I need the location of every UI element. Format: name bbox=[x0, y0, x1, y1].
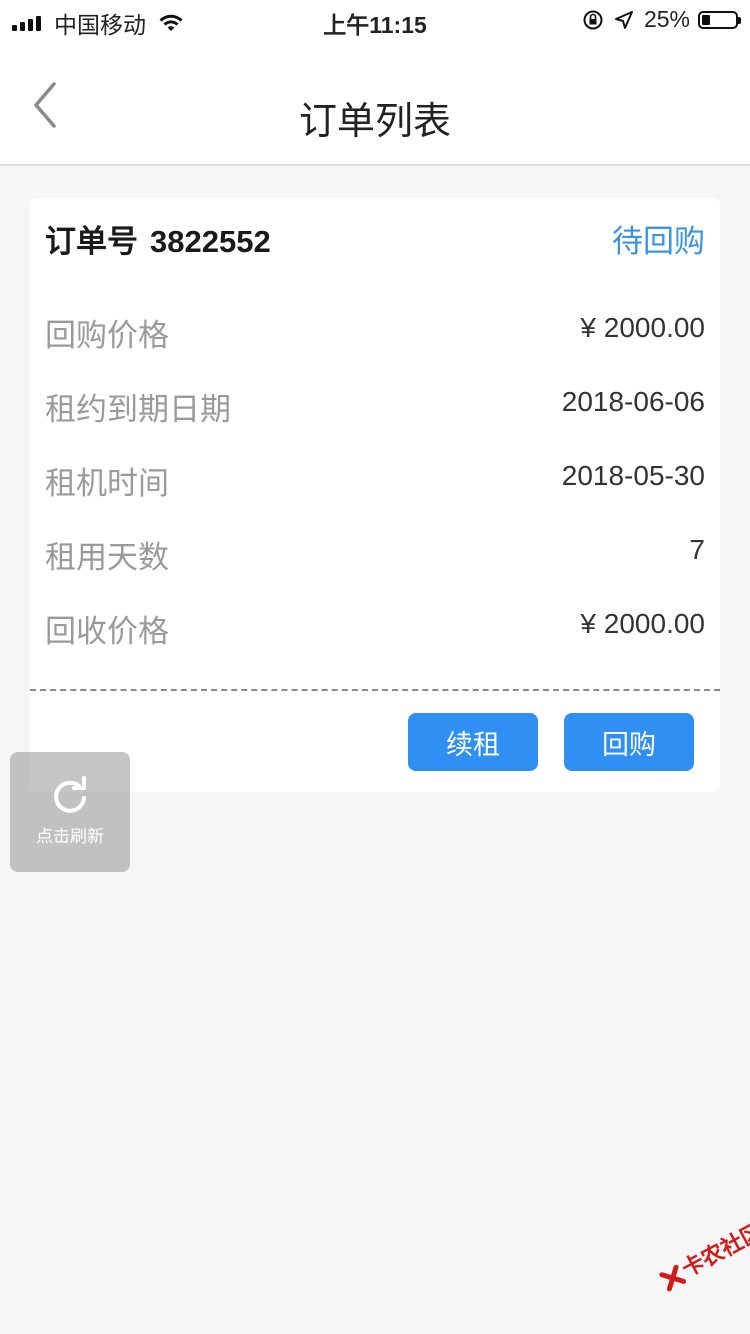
detail-row-recycle-price: 回收价格 ¥ 2000.00 bbox=[45, 606, 705, 650]
page-title: 订单列表 bbox=[298, 101, 451, 143]
watermark-text: 卡农社区 bbox=[677, 1218, 750, 1282]
refresh-label: 点击刷新 bbox=[36, 827, 104, 846]
order-header: 订单号 3822552 待回购 bbox=[45, 216, 705, 259]
refresh-button[interactable]: 点击刷新 bbox=[10, 752, 130, 872]
dashed-divider bbox=[30, 689, 720, 691]
detail-row-rental-time: 租机时间 2018-05-30 bbox=[45, 458, 705, 502]
buyback-button[interactable]: 回购 bbox=[564, 713, 694, 771]
battery-percent: 25% bbox=[643, 6, 690, 32]
navigation-bar: 订单列表 bbox=[0, 40, 750, 166]
order-number: 订单号 3822552 bbox=[45, 216, 271, 261]
status-bar: 中国移动 上午11:15 25% bbox=[0, 0, 750, 40]
detail-row-rental-days: 租用天数 7 bbox=[45, 532, 705, 576]
battery-fill bbox=[702, 14, 710, 25]
detail-value: 2018-06-06 bbox=[561, 386, 705, 417]
renew-button[interactable]: 续租 bbox=[408, 713, 538, 771]
detail-row-lease-expiry: 租约到期日期 2018-06-06 bbox=[45, 384, 705, 428]
detail-value: 7 bbox=[689, 534, 705, 565]
battery-icon bbox=[698, 10, 741, 29]
detail-row-buyback-price: 回购价格 ¥ 2000.00 bbox=[45, 310, 705, 354]
detail-label: 租约到期日期 bbox=[45, 392, 231, 427]
order-card: 订单号 3822552 待回购 回购价格 ¥ 2000.00 租约到期日期 201… bbox=[30, 198, 720, 792]
status-bar-right: 25% bbox=[582, 6, 741, 33]
detail-value: ¥ 2000.00 bbox=[580, 312, 705, 343]
order-status: 待回购 bbox=[612, 224, 705, 259]
location-arrow-icon bbox=[614, 10, 633, 29]
orientation-lock-icon bbox=[583, 10, 603, 29]
refresh-icon bbox=[54, 776, 86, 813]
order-number-value: 3822552 bbox=[150, 224, 271, 259]
detail-label: 回购价格 bbox=[45, 318, 169, 353]
detail-label: 租用天数 bbox=[45, 540, 169, 575]
detail-value: 2018-05-30 bbox=[561, 460, 705, 491]
order-number-label: 订单号 bbox=[45, 224, 138, 259]
detail-label: 回收价格 bbox=[45, 614, 169, 649]
detail-value: ¥ 2000.00 bbox=[580, 608, 705, 639]
detail-label: 租机时间 bbox=[45, 466, 169, 501]
watermark-logo: 卡农社区 bbox=[640, 1188, 750, 1293]
